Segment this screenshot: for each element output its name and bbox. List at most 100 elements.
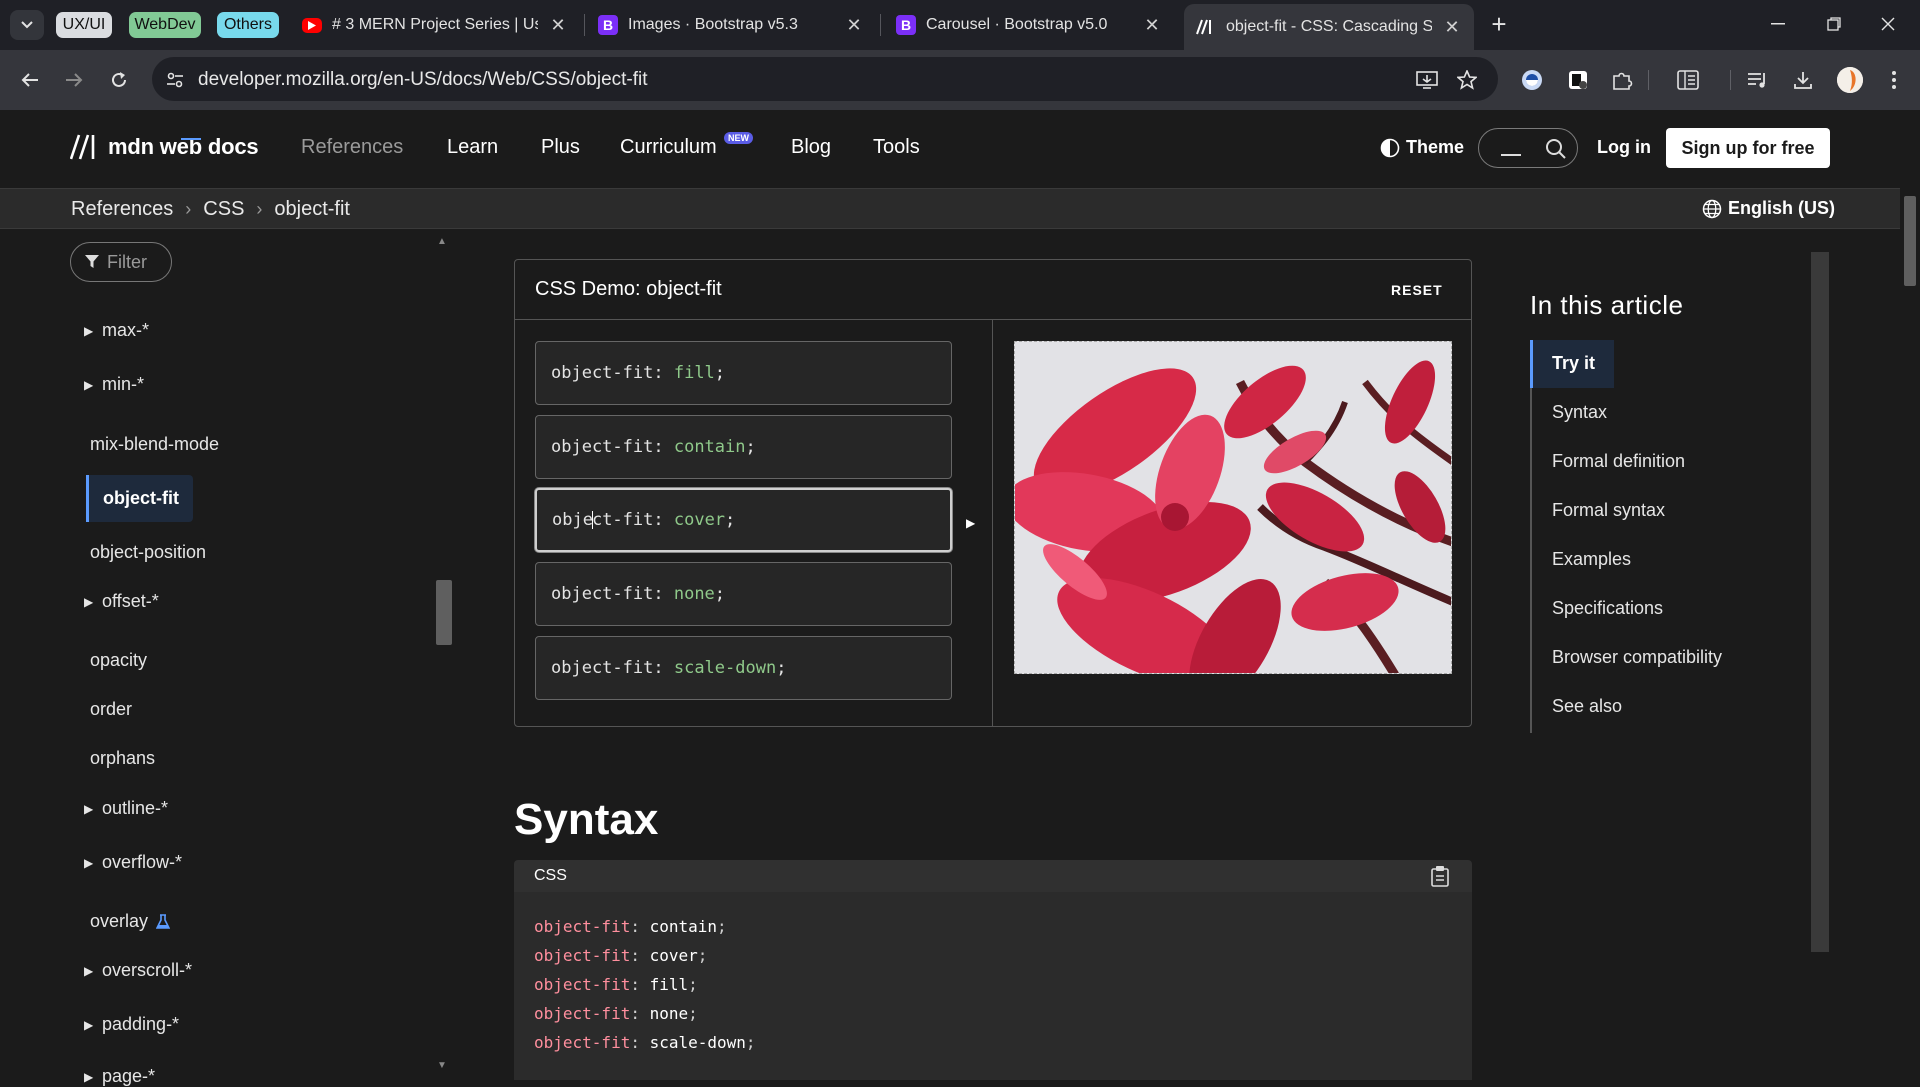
demo-choice-cover[interactable]: obje ct-fit: cover; [535,488,952,552]
toc-item-browser-compatibility[interactable]: Browser compatibility [1552,647,1722,668]
nav-plus[interactable]: Plus [541,136,580,159]
demo-choice-none[interactable]: object-fit: none; [535,562,952,626]
restore-button[interactable] [1808,6,1860,42]
toc-item-formal-syntax[interactable]: Formal syntax [1552,500,1665,521]
sidebar-scroll-down-icon[interactable]: ▼ [437,1060,447,1071]
choice-property: object-fit [551,363,654,383]
tab-bootstrap-images[interactable]: B Images · Bootstrap v5.3 ✕ [586,8,876,42]
sidebar-scrollbar[interactable] [436,580,452,645]
code-block: object-fit: contain; object-fit: cover; … [514,892,1472,1080]
sidebar-item-overflow[interactable]: ▶ overflow-* [84,852,182,873]
media-control-icon[interactable] [1744,66,1772,94]
search-input[interactable] [1478,128,1578,168]
tab-group-others[interactable]: Others [217,12,279,38]
toc-scrollbar[interactable] [1811,252,1829,952]
tab-group-uxui[interactable]: UX/UI [56,12,112,38]
nav-tools[interactable]: Tools [873,136,920,159]
site-info-icon[interactable] [164,69,186,91]
back-button[interactable] [14,64,46,96]
breadcrumb-object-fit[interactable]: object-fit [274,198,350,221]
nav-learn[interactable]: Learn [447,136,498,159]
close-tab-icon[interactable]: ✕ [548,15,568,36]
sidebar-item-label: min-* [102,374,145,394]
sidebar: Filter ▲ ▶ max-* ▶ min-* mix-blend-mode ob… [0,230,460,1086]
demo-choice-scale-down[interactable]: object-fit: scale-down; [535,636,952,700]
sidebar-item-outline[interactable]: ▶ outline-* [84,798,168,819]
toc-item-examples[interactable]: Examples [1552,549,1631,570]
code-line: object-fit: none; [534,999,1452,1028]
mdn-logo[interactable]: mdn web docs [70,134,259,160]
forward-button[interactable] [58,64,90,96]
toc-item-try-it[interactable]: Try it [1552,353,1595,374]
sidebar-item-order[interactable]: order [90,699,132,720]
sidebar-item-min[interactable]: ▶ min-* [84,374,144,395]
extension-account-icon[interactable] [1518,66,1546,94]
logo-underscore [181,138,201,140]
signup-button[interactable]: Sign up for free [1666,128,1830,168]
nav-curriculum[interactable]: Curriculum [620,136,717,159]
demo-choice-contain[interactable]: object-fit: contain; [535,415,952,479]
minimize-button[interactable] [1752,6,1804,42]
install-app-icon[interactable] [1416,69,1438,91]
nav-blog[interactable]: Blog [791,136,831,159]
reading-list-icon[interactable] [1674,66,1702,94]
page-scrollbar-thumb[interactable] [1904,196,1916,286]
extension-notion-icon[interactable] [1564,66,1592,94]
close-tab-icon[interactable]: ✕ [1442,17,1462,38]
sidebar-item-object-position[interactable]: object-position [90,542,206,563]
language-switcher[interactable]: English (US) [1702,198,1835,219]
bookmark-star-icon[interactable] [1456,69,1478,91]
css-demo-panel: CSS Demo: object-fit RESET object-fit: f… [514,259,1472,727]
tab-mdn-object-fit[interactable]: object-fit - CSS: Cascading Style ✕ [1184,4,1474,50]
nav-references[interactable]: References [301,136,403,159]
theme-icon [1380,138,1400,157]
choice-colon: : [653,584,674,604]
theme-switcher[interactable]: Theme [1380,137,1464,158]
toc-item-syntax[interactable]: Syntax [1552,402,1607,423]
close-window-button[interactable] [1862,6,1914,42]
sidebar-item-object-fit[interactable]: object-fit [86,475,193,522]
toc-item-specifications[interactable]: Specifications [1552,598,1663,619]
reload-button[interactable] [103,64,135,96]
new-tab-button[interactable]: + [1486,11,1512,38]
close-tab-icon[interactable]: ✕ [844,15,864,36]
sidebar-item-opacity[interactable]: opacity [90,650,147,671]
code-prop: object-fit [534,917,631,936]
breadcrumb-references[interactable]: References [71,198,173,221]
sidebar-scroll-up-icon[interactable]: ▲ [437,236,447,247]
sidebar-item-max[interactable]: ▶ max-* [84,320,149,341]
chevron-right-icon: › [256,199,263,219]
toc-item-formal-definition[interactable]: Formal definition [1552,451,1685,472]
breadcrumb-css[interactable]: CSS [203,198,244,221]
copy-clipboard-icon[interactable] [1430,865,1450,887]
sidebar-item-label: mix-blend-mode [90,434,220,454]
extensions-puzzle-icon[interactable] [1608,66,1636,94]
sidebar-item-padding[interactable]: ▶ padding-* [84,1014,179,1035]
demo-choice-fill[interactable]: object-fit: fill; [535,341,952,405]
login-link[interactable]: Log in [1597,137,1651,158]
sidebar-filter-input[interactable]: Filter [70,242,172,282]
address-bar[interactable]: developer.mozilla.org/en-US/docs/Web/CSS… [152,57,1498,101]
chevron-down-icon [21,21,33,29]
sidebar-item-page[interactable]: ▶ page-* [84,1066,155,1087]
tab-group-webdev[interactable]: WebDev [129,12,201,38]
tab-search-button[interactable] [10,10,44,40]
sidebar-item-offset[interactable]: ▶ offset-* [84,591,159,612]
profile-avatar[interactable] [1837,67,1863,93]
sidebar-item-overscroll[interactable]: ▶ overscroll-* [84,960,192,981]
code-value: contain [649,917,718,936]
code-line: object-fit: scale-down; [534,1028,1452,1057]
downloads-icon[interactable] [1789,66,1817,94]
reset-button[interactable]: RESET [1391,282,1443,298]
tab-bootstrap-carousel[interactable]: B Carousel · Bootstrap v5.0 ✕ [884,8,1174,42]
sidebar-item-overlay[interactable]: overlay [90,911,171,932]
menu-kebab-icon[interactable] [1880,66,1908,94]
close-tab-icon[interactable]: ✕ [1142,15,1162,36]
sidebar-item-mix-blend-mode[interactable]: mix-blend-mode [90,434,219,455]
code-semicolon: ; [688,975,698,994]
toc-item-see-also[interactable]: See also [1552,696,1622,717]
sidebar-item-orphans[interactable]: orphans [90,748,155,769]
page-scrollbar[interactable] [1900,110,1920,1080]
code-value: fill [649,975,689,994]
tab-youtube[interactable]: # 3 MERN Project Series | Using ✕ [290,8,580,42]
